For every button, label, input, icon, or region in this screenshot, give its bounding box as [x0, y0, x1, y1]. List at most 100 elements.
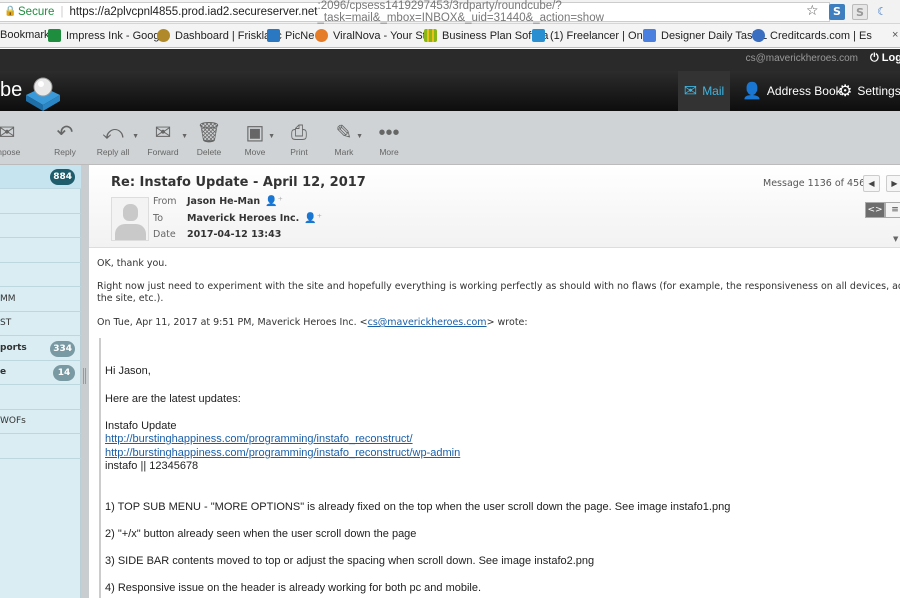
bookmark-picne[interactable]: PicNe — [267, 29, 314, 42]
folder-item[interactable] — [0, 239, 81, 263]
folder-item[interactable] — [0, 190, 81, 214]
bookmark-business-plan[interactable]: Business Plan Softwa — [424, 29, 548, 42]
person-icon: 👤 — [742, 83, 762, 100]
quoted-item: 1) TOP SUB MENU - "MORE OPTIONS" is alre… — [105, 501, 731, 513]
chevron-left-icon: ◀ — [868, 179, 875, 188]
unread-count-badge: 884 — [50, 169, 75, 185]
quoted-link[interactable]: http://burstinghappiness.com/programming… — [105, 447, 460, 459]
creditcards-icon — [752, 29, 765, 42]
plain-view-button[interactable]: ≡ — [885, 202, 900, 218]
mark-button[interactable]: ✎ Mark ▼ — [332, 119, 363, 157]
folder-item[interactable]: MM — [0, 288, 81, 312]
chevron-down-icon[interactable]: ▼ — [268, 133, 275, 140]
bookmark-bookmarks[interactable]: Bookmarks — [0, 29, 55, 41]
folder-item[interactable]: ports 334 — [0, 337, 81, 361]
close-icon[interactable]: × — [892, 29, 898, 41]
nav-address-book[interactable]: 👤 Address Book — [742, 71, 842, 111]
quoted-credentials: instafo || 12345678 — [105, 460, 199, 472]
gear-icon: ⚙ — [838, 83, 853, 100]
bookmarks-bar: Bookmarks Impress Ink - Google Dashboard… — [0, 24, 900, 48]
bookmark-label: ViralNova - Your Sto — [333, 29, 432, 42]
folder-move-icon: ▣ — [245, 122, 265, 144]
chevron-down-icon[interactable]: ▼ — [132, 133, 139, 140]
more-button[interactable]: ••• More — [377, 119, 401, 157]
folder-label: ports — [0, 342, 27, 353]
chevron-down-icon[interactable]: ▼ — [356, 133, 363, 140]
nav-mail[interactable]: ✉ Mail — [678, 71, 730, 111]
bookmark-dashboard[interactable]: Dashboard | Frisklanc — [157, 29, 282, 42]
extension-moon-icon[interactable]: ☾ — [874, 4, 890, 20]
reply-all-button[interactable]: ⤺ Reply all ▼ — [94, 119, 139, 157]
html-view-button[interactable]: <> — [865, 202, 885, 218]
folder-item[interactable]: WOFs — [0, 410, 81, 434]
compose-icon: ✉ — [0, 122, 16, 144]
forward-button[interactable]: ✉ Forward ▼ — [145, 119, 188, 157]
bookmark-designer-daily[interactable]: Designer Daily Task L — [643, 29, 767, 42]
bookmark-impress-ink[interactable]: Impress Ink - Google — [48, 29, 168, 42]
next-message-button[interactable]: ▶ — [886, 175, 900, 192]
docs-icon — [643, 29, 656, 42]
folder-item[interactable]: 884 — [0, 165, 81, 189]
chevron-down-icon[interactable]: ▼ — [893, 235, 898, 243]
print-icon: ⎙ — [291, 122, 307, 144]
to-value[interactable]: Maverick Heroes Inc. 👤⁺ — [187, 213, 322, 224]
viralnova-icon — [315, 29, 328, 42]
bookmark-viralnova[interactable]: ViralNova - Your Sto — [315, 29, 432, 42]
toolbar-label: Delete — [196, 147, 222, 157]
bookmark-creditcards[interactable]: Creditcards.com | Es — [752, 29, 872, 42]
sidebar-splitter[interactable] — [81, 165, 89, 598]
sender-name[interactable]: Jason He-Man — [187, 196, 260, 207]
toolbar-label: Print — [290, 147, 308, 157]
sender-avatar — [111, 197, 149, 241]
toolbar-label: More — [379, 147, 399, 157]
delete-button[interactable]: 🗑 Delete — [195, 119, 223, 157]
divider: | — [60, 6, 64, 18]
code-icon: <> — [867, 205, 883, 215]
logout-button[interactable]: ⏻ Logout — [870, 52, 900, 65]
toolbar-label: Mark — [334, 147, 354, 157]
recipient-name[interactable]: Maverick Heroes Inc. — [187, 213, 299, 224]
body-line: OK, thank you. — [97, 258, 168, 269]
unread-count-badge: 14 — [53, 365, 75, 381]
splitter-grip-icon[interactable] — [83, 368, 86, 384]
bookmark-label: Creditcards.com | Es — [770, 29, 872, 42]
bookmark-label: (1) Freelancer | Onlin — [550, 29, 654, 42]
user-bar: cs@maverickheroes.com ⏻ Logout — [0, 49, 900, 71]
dots-icon: ••• — [378, 122, 400, 144]
quoted-link[interactable]: http://burstinghappiness.com/programming… — [105, 433, 413, 445]
compose-button[interactable]: ✉ Compose — [0, 119, 22, 157]
nav-settings[interactable]: ⚙ Settings — [838, 71, 900, 111]
attribution-text: On Tue, Apr 11, 2017 at 9:51 PM, Maveric… — [97, 317, 368, 328]
pen-icon: ✎ — [335, 122, 353, 144]
folder-item[interactable] — [0, 263, 81, 287]
previous-message-button[interactable]: ◀ — [863, 175, 880, 192]
toolbar-label: Reply — [54, 147, 76, 157]
bookmark-star-icon[interactable]: ☆ — [806, 3, 819, 19]
add-contact-icon[interactable]: 👤⁺ — [304, 213, 322, 224]
folder-item[interactable] — [0, 214, 81, 238]
message-body: OK, thank you. Right now just need to ex… — [89, 248, 900, 598]
move-button[interactable]: ▣ Move ▼ — [242, 119, 275, 157]
add-contact-icon[interactable]: 👤⁺ — [265, 196, 283, 207]
bookmark-freelancer[interactable]: (1) Freelancer | Onlin — [532, 29, 654, 42]
logout-label: Logout — [881, 52, 900, 64]
url-field[interactable]: 🔒 Secure | https://a2plvcpnl4855.prod.ia… — [0, 0, 830, 24]
browser-address-bar: 🔒 Secure | https://a2plvcpnl4855.prod.ia… — [0, 0, 900, 24]
quoted-item: 2) "+/x" button already seen when the us… — [105, 528, 417, 540]
chevron-down-icon[interactable]: ▼ — [181, 133, 188, 140]
nav-settings-label: Settings — [857, 84, 900, 98]
url-path: :2096/cpsess1419297453/3rdparty/roundcub… — [317, 0, 604, 24]
folder-item[interactable]: ST — [0, 312, 81, 336]
folder-item[interactable] — [0, 386, 81, 410]
quoted-heading: Instafo Update — [105, 420, 177, 432]
extension-gray-icon[interactable]: S — [852, 4, 868, 20]
print-button[interactable]: ⎙ Print — [288, 119, 310, 157]
quoted-greeting: Hi Jason, — [105, 365, 151, 377]
email-link[interactable]: cs@maverickheroes.com — [368, 317, 487, 328]
reply-button[interactable]: ↶ Reply — [50, 119, 80, 157]
folder-item[interactable] — [0, 435, 81, 459]
from-value[interactable]: Jason He-Man 👤⁺ — [187, 196, 283, 207]
extension-s-icon[interactable]: S — [829, 4, 845, 20]
folder-item[interactable]: e 14 — [0, 361, 81, 385]
picne-icon — [267, 29, 280, 42]
